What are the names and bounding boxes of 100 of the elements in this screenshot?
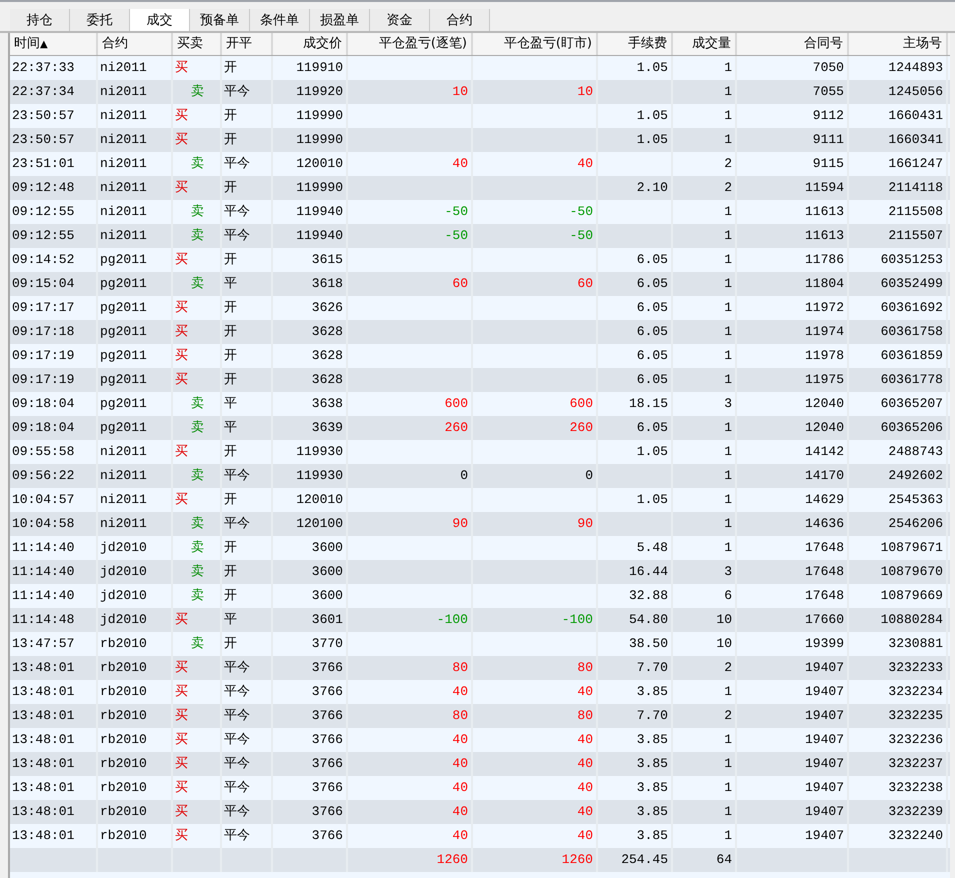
table-cell-text: 19407	[804, 707, 844, 725]
table-cell-text: 120010	[296, 491, 343, 509]
table-cell-text: 3766	[312, 755, 343, 773]
table-cell-text: 1.05	[636, 59, 668, 77]
total-cell-text: 254.45	[621, 851, 668, 869]
table-cell-text: 买	[175, 179, 188, 197]
table-cell-text: 40	[577, 803, 593, 821]
table-cell-text: 平今	[224, 227, 250, 245]
table-cell-text: 11594	[804, 179, 844, 197]
table-cell-text: 19407	[804, 755, 844, 773]
table-cell-text: 平今	[224, 659, 250, 677]
table-cell-text: 1661247	[888, 155, 943, 173]
table-cell-text: 119930	[296, 443, 343, 461]
table-cell-text: 3.85	[636, 779, 668, 797]
table-cell-text: 19407	[804, 803, 844, 821]
table-cell-text: 平今	[224, 155, 250, 173]
table-cell-text: rb2010	[100, 755, 147, 773]
table-cell-text: 11:14:40	[12, 563, 74, 581]
table-cell-text: 09:17:19	[12, 347, 74, 365]
table-cell-text: 2546206	[888, 515, 943, 533]
table-cell-text: 6.05	[636, 419, 668, 437]
tab[interactable]: 预备单	[190, 9, 250, 31]
table-cell-text: 3.85	[636, 803, 668, 821]
table-cell-text: 60	[452, 275, 468, 293]
table-cell-text: 23:50:57	[12, 131, 74, 149]
table-cell-text: 卖	[191, 203, 204, 221]
table-cell-text: 10	[716, 635, 732, 653]
table-cell-text: 10:04:57	[12, 491, 74, 509]
table-cell-text: 3615	[312, 251, 343, 269]
table-cell-text: 平今	[224, 803, 250, 821]
table-cell-text: 1	[724, 131, 732, 149]
table-cell-text: 14142	[804, 443, 844, 461]
table-cell-text: 平今	[224, 467, 250, 485]
table-cell-text: 19399	[804, 635, 844, 653]
table-cell-text: 19407	[804, 683, 844, 701]
table-cell-text: 11974	[804, 323, 844, 341]
table-cell-text: 40	[452, 731, 468, 749]
table-cell-text: 1	[724, 803, 732, 821]
tab[interactable]: 持仓	[10, 9, 70, 31]
total-cell-text: 64	[716, 851, 732, 869]
table-cell-text: 40	[577, 155, 593, 173]
table-cell-text: 13:48:01	[12, 731, 74, 749]
table-cell-text: 卖	[191, 83, 204, 101]
table-cell-text: 2545363	[888, 491, 943, 509]
table-cell-text: 平	[224, 275, 237, 293]
table-cell-text: 6.05	[636, 323, 668, 341]
table-cell-text: ni2011	[100, 83, 147, 101]
table-cell-text: 11978	[804, 347, 844, 365]
table-cell-text: 买	[175, 803, 188, 821]
table-cell-text: 开	[224, 299, 237, 317]
table-cell-text: 买	[175, 131, 188, 149]
table-cell-text: 2	[724, 659, 732, 677]
table-cell-text: 12040	[804, 419, 844, 437]
table-cell-text: 10:04:58	[12, 515, 74, 533]
tab[interactable]: 合约	[430, 9, 490, 31]
tab[interactable]: 成交	[130, 9, 190, 31]
table-cell-text: 2492602	[888, 467, 943, 485]
table-cell-text: 119930	[296, 467, 343, 485]
table-cell-text: 6	[724, 587, 732, 605]
table-cell-text: 60361692	[880, 299, 943, 317]
table-cell-text: 1	[724, 419, 732, 437]
table-cell-text: 卖	[191, 563, 204, 581]
table-cell-text: 260	[570, 419, 593, 437]
table-cell-text: 11:14:40	[12, 539, 74, 557]
table-cell-text: jd2010	[100, 539, 147, 557]
table-cell-text: 3766	[312, 683, 343, 701]
tab[interactable]: 条件单	[250, 9, 310, 31]
table-cell-text: 18.15	[628, 395, 668, 413]
table-cell-text: 3	[724, 395, 732, 413]
tab[interactable]: 委托	[70, 9, 130, 31]
table-cell-text: ni2011	[100, 443, 147, 461]
tab[interactable]: 损盈单	[310, 9, 370, 31]
table-cell-text: 3	[724, 563, 732, 581]
table-cell-text: ni2011	[100, 131, 147, 149]
table-cell-text: 买	[175, 827, 188, 845]
table-cell-text: 09:56:22	[12, 467, 74, 485]
table-cell-text: 40	[452, 683, 468, 701]
table-cell-text: 3600	[312, 587, 343, 605]
table-cell-text: 买	[175, 611, 188, 629]
table-cell-text: 平	[224, 611, 237, 629]
total-cell-text: 1260	[436, 851, 468, 869]
table-cell-text: 3232239	[888, 803, 943, 821]
table-cell-text: 1	[724, 83, 732, 101]
tab[interactable]: 资金	[370, 9, 430, 31]
table-cell-text: 119920	[296, 83, 343, 101]
table-cell-text: 1	[724, 227, 732, 245]
table-cell-text: 3770	[312, 635, 343, 653]
table-cell-text: 09:55:58	[12, 443, 74, 461]
table-cell-text: 1	[724, 323, 732, 341]
table-cell-text: 1	[724, 299, 732, 317]
table-cell-text: 3601	[312, 611, 343, 629]
table-cell-text: 卖	[191, 587, 204, 605]
table-cell-text: 10	[716, 611, 732, 629]
total-cell-text: 1260	[562, 851, 593, 869]
table-cell-text: pg2011	[100, 395, 147, 413]
table-cell-text: pg2011	[100, 251, 147, 269]
table-cell-text: 买	[175, 779, 188, 797]
table-cell-text: 1.05	[636, 131, 668, 149]
table-cell-text: 卖	[191, 227, 204, 245]
table-cell-text: 120010	[296, 155, 343, 173]
